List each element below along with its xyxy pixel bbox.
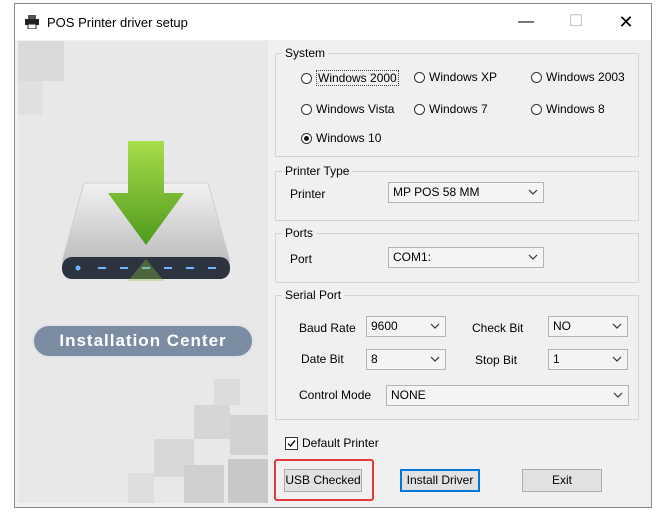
checkmark-icon	[287, 439, 296, 447]
date-bit-value: 8	[371, 352, 378, 366]
default-printer-checkbox[interactable]: Default Printer	[285, 436, 379, 450]
radio-windows-10[interactable]: Windows 10	[301, 131, 381, 145]
installation-center-badge: Installation Center	[32, 324, 254, 358]
checkbox-box[interactable]	[285, 436, 298, 450]
decor-square	[228, 459, 268, 503]
decor-square	[128, 473, 154, 503]
stop-bit-label: Stop Bit	[475, 353, 518, 367]
radio-label: Windows 8	[546, 102, 605, 116]
close-button[interactable]: ✕	[611, 10, 641, 34]
stop-bit-value: 1	[553, 352, 560, 366]
radio-label: Windows Vista	[316, 102, 395, 116]
decor-square	[194, 405, 230, 439]
radio-windows-2003[interactable]: Windows 2003	[531, 70, 625, 84]
baud-rate-select[interactable]: 9600	[366, 316, 446, 337]
radio-button[interactable]	[301, 72, 312, 84]
usb-checked-button[interactable]: USB Checked	[284, 469, 362, 492]
printer-type-group-label: Printer Type	[282, 163, 353, 179]
chevron-down-icon	[528, 189, 538, 195]
chevron-down-icon	[430, 323, 440, 329]
minimize-button[interactable]: —	[511, 10, 541, 34]
exit-button[interactable]: Exit	[522, 469, 602, 492]
setup-window: POS Printer driver setup — ☐ ✕ Installat…	[14, 3, 652, 508]
radio-label: Windows 2000	[316, 70, 399, 86]
chevron-down-icon	[612, 356, 622, 362]
port-select[interactable]: COM1:	[388, 247, 544, 268]
radio-button[interactable]	[414, 71, 425, 83]
printer-select-value: MP POS 58 MM	[393, 185, 480, 199]
decor-square	[18, 41, 64, 81]
radio-button[interactable]	[531, 103, 542, 115]
decor-square	[230, 415, 268, 455]
download-arrow-icon	[61, 141, 231, 281]
radio-button-selected[interactable]	[301, 132, 312, 144]
window-title: POS Printer driver setup	[47, 15, 188, 30]
chevron-down-icon	[613, 392, 623, 398]
radio-windows-2000[interactable]: Windows 2000	[301, 70, 399, 86]
title-bar: POS Printer driver setup — ☐ ✕	[15, 4, 651, 40]
date-bit-select[interactable]: 8	[366, 349, 446, 370]
decor-square	[214, 379, 240, 405]
install-driver-button[interactable]: Install Driver	[400, 469, 480, 492]
printer-select[interactable]: MP POS 58 MM	[388, 182, 544, 203]
chevron-down-icon	[612, 323, 622, 329]
radio-button[interactable]	[531, 71, 542, 83]
radio-label: Windows 7	[429, 102, 488, 116]
check-bit-select[interactable]: NO	[548, 316, 628, 337]
radio-button[interactable]	[414, 103, 425, 115]
control-mode-select[interactable]: NONE	[386, 385, 629, 406]
radio-windows-8[interactable]: Windows 8	[531, 102, 605, 116]
port-select-value: COM1:	[393, 250, 432, 264]
radio-button[interactable]	[301, 103, 312, 115]
radio-windows-xp[interactable]: Windows XP	[414, 70, 497, 84]
chevron-down-icon	[528, 254, 538, 260]
radio-windows-vista[interactable]: Windows Vista	[301, 102, 394, 116]
decor-square	[18, 81, 42, 115]
check-bit-value: NO	[553, 319, 571, 333]
check-bit-label: Check Bit	[472, 321, 524, 335]
maximize-button[interactable]: ☐	[561, 10, 591, 34]
radio-label: Windows XP	[429, 70, 498, 84]
date-bit-label: Date Bit	[301, 352, 344, 366]
serial-port-group-label: Serial Port	[282, 287, 345, 303]
radio-label: Windows 10	[316, 131, 382, 145]
control-mode-label: Control Mode	[299, 388, 372, 402]
port-label: Port	[290, 252, 313, 266]
control-mode-value: NONE	[391, 388, 426, 402]
system-group-label: System	[282, 45, 329, 61]
printer-icon	[25, 15, 39, 29]
baud-rate-value: 9600	[371, 319, 398, 333]
decor-square	[184, 465, 224, 503]
ports-group-label: Ports	[282, 225, 317, 241]
baud-rate-label: Baud Rate	[299, 321, 356, 335]
stop-bit-select[interactable]: 1	[548, 349, 628, 370]
radio-label: Windows 2003	[546, 70, 625, 84]
chevron-down-icon	[430, 356, 440, 362]
default-printer-label: Default Printer	[302, 436, 379, 450]
radio-windows-7[interactable]: Windows 7	[414, 102, 488, 116]
printer-label: Printer	[290, 187, 326, 201]
left-banner: Installation Center	[18, 41, 268, 503]
